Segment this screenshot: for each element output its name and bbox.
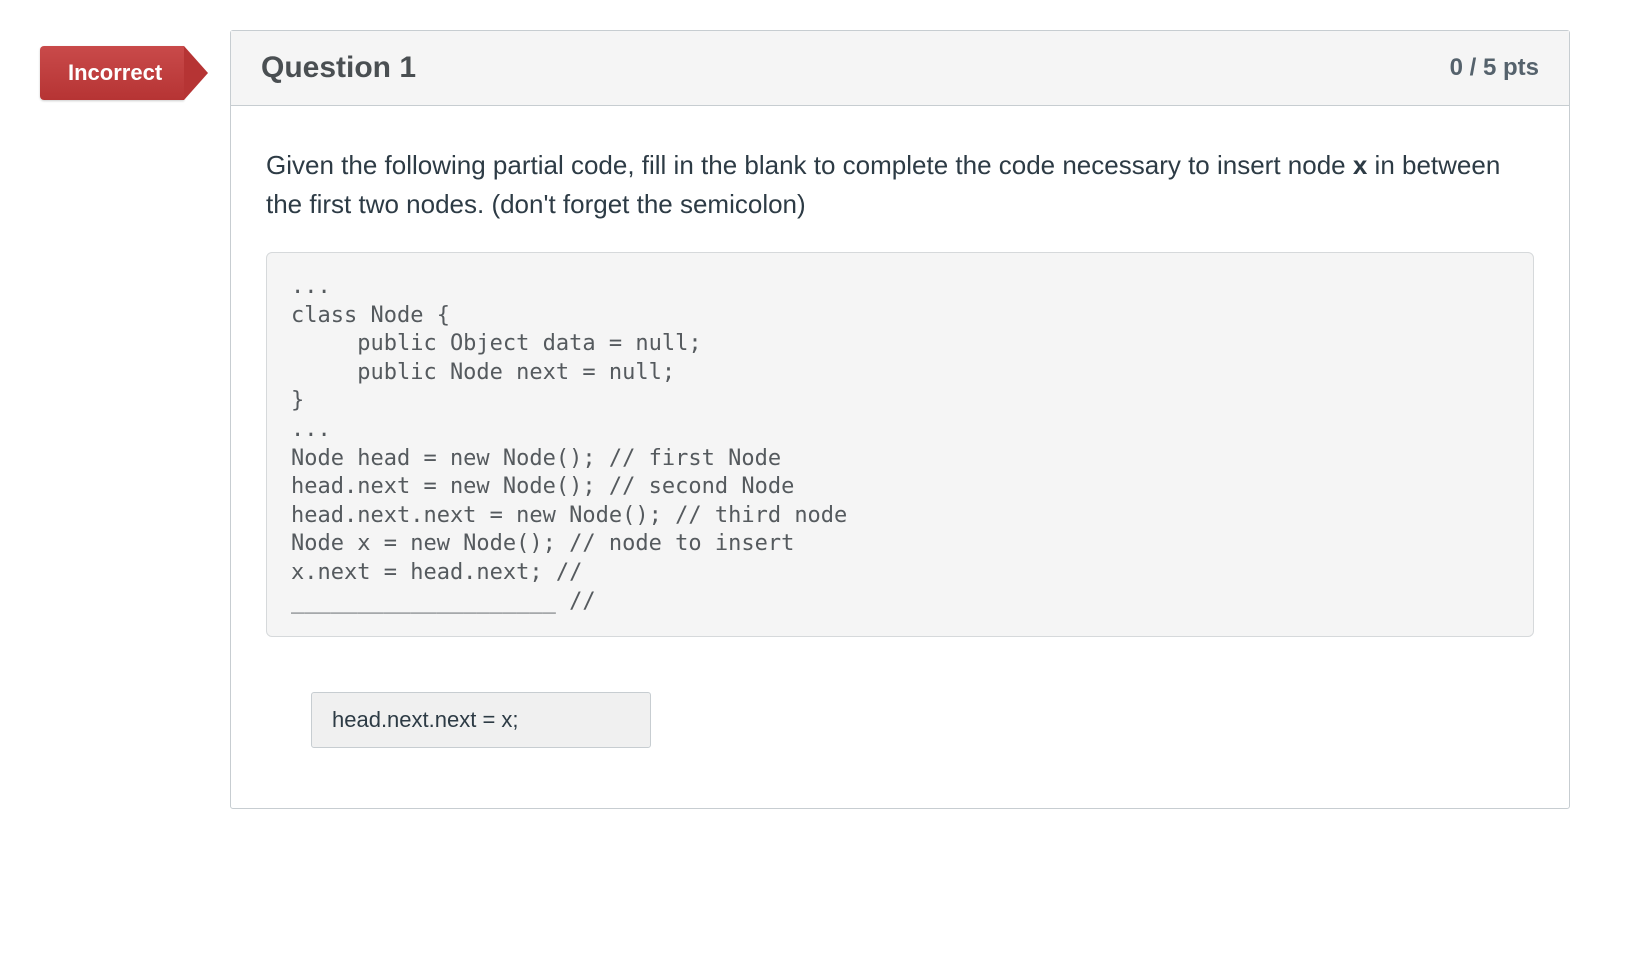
question-header: Question 1 0 / 5 pts <box>231 31 1569 106</box>
incorrect-flag: Incorrect <box>40 46 208 100</box>
page-root: Incorrect Question 1 0 / 5 pts Given the… <box>0 0 1638 970</box>
prompt-bold-x: x <box>1353 150 1367 180</box>
answer-row: head.next.next = x; <box>266 692 1534 748</box>
code-block: ... class Node { public Object data = nu… <box>266 252 1534 637</box>
incorrect-flag-label: Incorrect <box>40 46 184 100</box>
prompt-text-pre: Given the following partial code, fill i… <box>266 150 1353 180</box>
question-points: 0 / 5 pts <box>1450 54 1539 82</box>
question-card: Question 1 0 / 5 pts Given the following… <box>230 30 1570 809</box>
user-answer-box: head.next.next = x; <box>311 692 651 748</box>
flag-arrow-icon <box>184 46 208 100</box>
question-title: Question 1 <box>261 51 416 85</box>
question-prompt: Given the following partial code, fill i… <box>266 146 1534 224</box>
question-body: Given the following partial code, fill i… <box>231 106 1569 808</box>
